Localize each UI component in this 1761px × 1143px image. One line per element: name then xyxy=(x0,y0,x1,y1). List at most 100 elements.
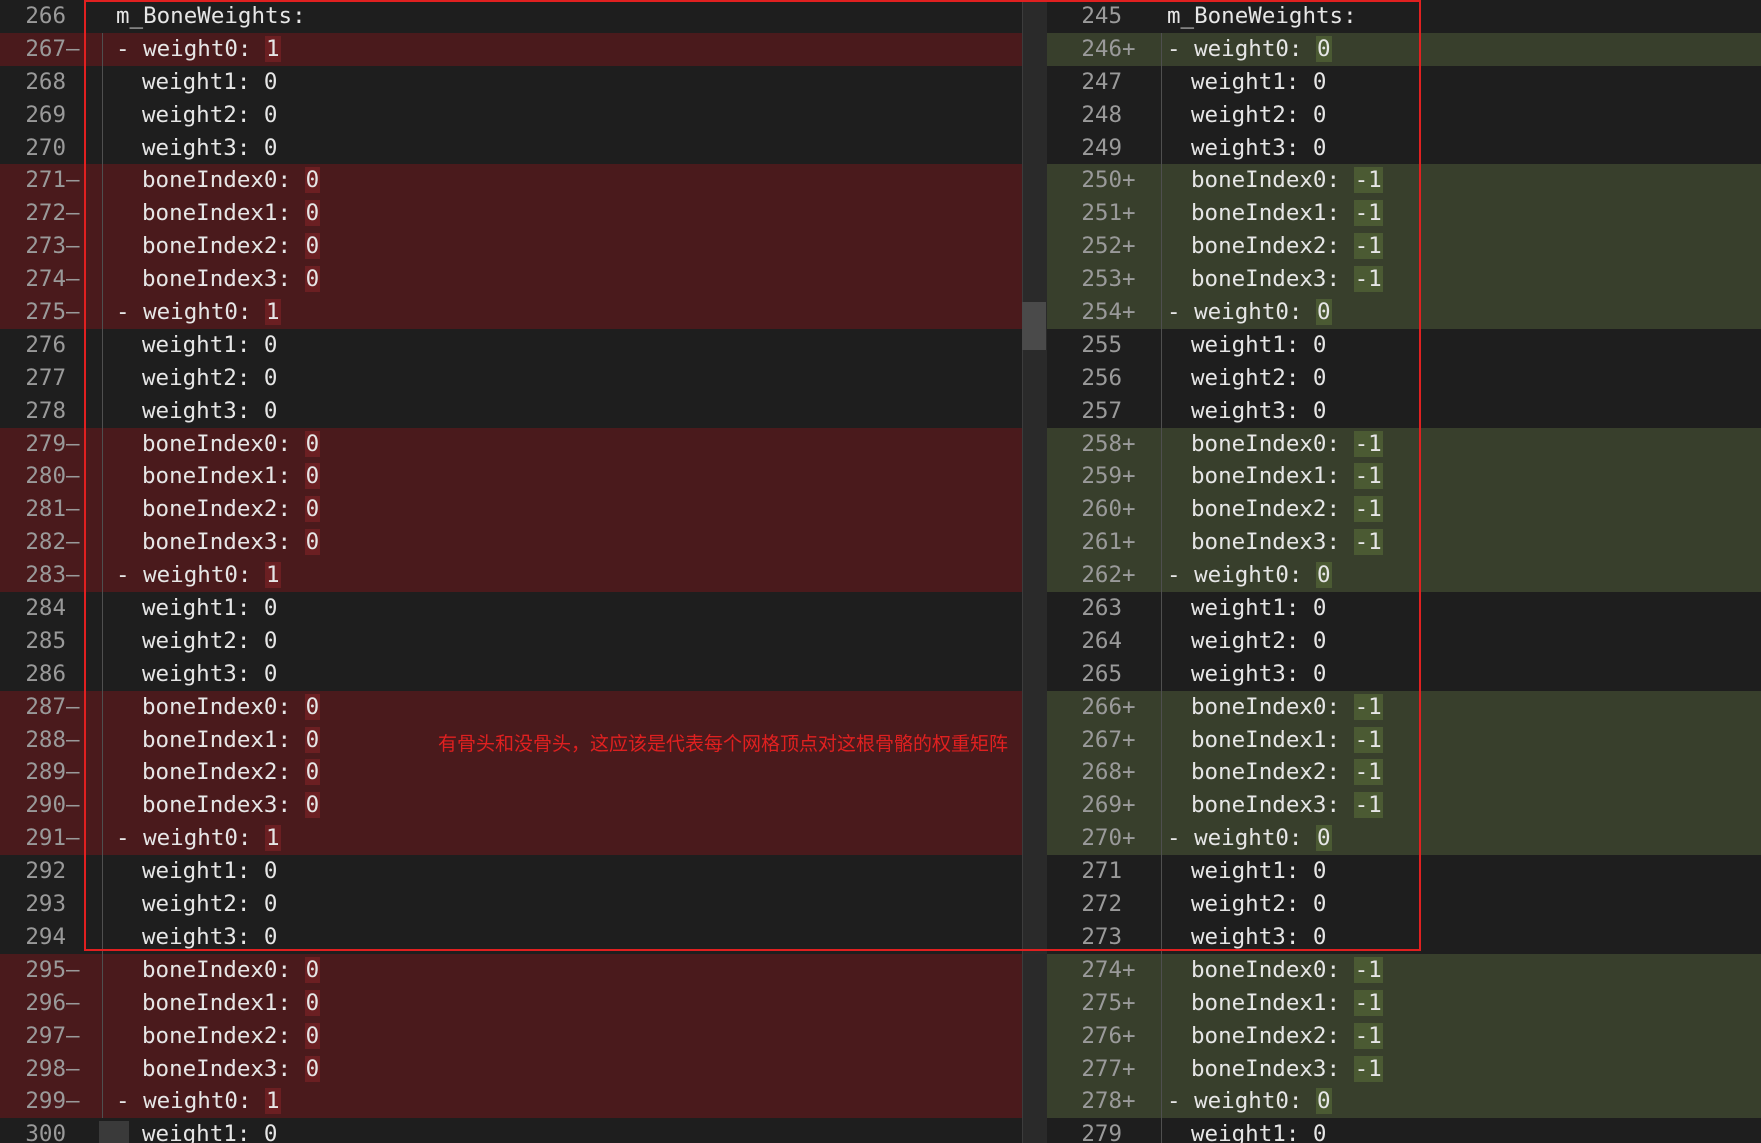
diff-line[interactable]: 273 weight3: 0 xyxy=(1046,920,1761,954)
field-value: 0 xyxy=(1312,134,1327,161)
diff-line[interactable]: 274— boneIndex3: 0 xyxy=(0,263,1046,297)
diff-line[interactable]: 266 + boneIndex0: -1 xyxy=(1046,690,1761,724)
line-number: 268 xyxy=(1081,759,1122,786)
diff-line[interactable]: 293 weight2: 0 xyxy=(0,888,1046,921)
diff-line[interactable]: 278 + - weight0: 0 xyxy=(1046,1085,1761,1119)
diff-line[interactable]: 257 weight3: 0 xyxy=(1046,394,1761,428)
indent-guide xyxy=(102,624,103,658)
diff-line[interactable]: 262 + - weight0: 0 xyxy=(1046,559,1761,593)
indent-guide xyxy=(102,427,103,461)
field-value: 0 xyxy=(263,364,278,391)
line-number: 258 xyxy=(1081,430,1122,457)
diff-line[interactable]: 272 weight2: 0 xyxy=(1046,888,1761,921)
field-value: 0 xyxy=(304,496,321,523)
diff-line[interactable]: 290— boneIndex3: 0 xyxy=(0,789,1046,823)
scrollbar-thumb[interactable] xyxy=(1022,302,1046,350)
line-number: 273 xyxy=(25,233,66,260)
diff-line[interactable]: 273— boneIndex2: 0 xyxy=(0,230,1046,264)
diff-line[interactable]: 270 + - weight0: 0 xyxy=(1046,822,1761,856)
indent-guide xyxy=(102,690,103,724)
field-value: 0 xyxy=(1312,923,1327,950)
diff-line[interactable]: 260 + boneIndex2: -1 xyxy=(1046,493,1761,527)
diff-line[interactable]: 297— boneIndex2: 0 xyxy=(0,1019,1046,1053)
diff-line[interactable]: 268 weight1: 0 xyxy=(0,65,1046,99)
diff-line[interactable]: 264 weight2: 0 xyxy=(1046,624,1761,658)
diff-line[interactable]: 277 + boneIndex3: -1 xyxy=(1046,1052,1761,1086)
left-diff-pane[interactable]: 266 m_BoneWeights: 267— - weight0: 1 268 weig… xyxy=(0,0,1046,1143)
line-number: 262 xyxy=(1081,562,1122,589)
code-text: weight3: 0 xyxy=(1191,660,1327,687)
diff-line[interactable]: 261 + boneIndex3: -1 xyxy=(1046,526,1761,560)
diff-line[interactable]: 279 weight1: 0 xyxy=(1046,1118,1761,1143)
diff-line[interactable]: 251 + boneIndex1: -1 xyxy=(1046,197,1761,231)
diff-line[interactable]: 269 weight2: 0 xyxy=(0,98,1046,132)
indent-guide xyxy=(102,361,103,395)
diff-line[interactable]: 249 weight3: 0 xyxy=(1046,131,1761,165)
right-diff-pane[interactable]: 245 m_BoneWeights: 246 + - weight0: 0 247 weig… xyxy=(1046,0,1761,1143)
diff-line[interactable]: 286 weight3: 0 xyxy=(0,657,1046,691)
code-text: - weight0: 0 xyxy=(1167,562,1332,589)
line-number: 267 xyxy=(1081,726,1122,753)
diff-line[interactable]: 272— boneIndex1: 0 xyxy=(0,197,1046,231)
field-value: -1 xyxy=(1353,989,1383,1016)
diff-line[interactable]: 271— boneIndex0: 0 xyxy=(0,164,1046,198)
line-number: 272 xyxy=(1081,891,1122,918)
diff-line[interactable]: 267 + boneIndex1: -1 xyxy=(1046,723,1761,757)
diff-line[interactable]: 274 + boneIndex0: -1 xyxy=(1046,953,1761,987)
line-number: 295 xyxy=(25,956,66,983)
diff-line[interactable]: 298— boneIndex3: 0 xyxy=(0,1052,1046,1086)
line-number: 292 xyxy=(25,858,66,885)
diff-line[interactable]: 275— - weight0: 1 xyxy=(0,296,1046,329)
diff-line[interactable]: 280— boneIndex1: 0 xyxy=(0,460,1046,494)
diff-line[interactable]: 270 weight3: 0 xyxy=(0,131,1046,165)
diff-line[interactable]: 294 weight3: 0 xyxy=(0,920,1046,954)
diff-line[interactable]: 259 + boneIndex1: -1 xyxy=(1046,460,1761,494)
diff-line[interactable]: 275 + boneIndex1: -1 xyxy=(1046,986,1761,1020)
code-text: boneIndex1: 0 xyxy=(142,989,321,1016)
line-number: 298 xyxy=(25,1055,66,1082)
diff-line[interactable]: 253 + boneIndex3: -1 xyxy=(1046,263,1761,297)
diff-line[interactable]: 277 weight2: 0 xyxy=(0,361,1046,395)
diff-line[interactable]: 263 weight1: 0 xyxy=(1046,592,1761,625)
diff-line[interactable]: 248 weight2: 0 xyxy=(1046,98,1761,132)
diff-line[interactable]: 291— - weight0: 1 xyxy=(0,822,1046,856)
diff-line[interactable]: 267— - weight0: 1 xyxy=(0,32,1046,66)
diff-line[interactable]: 281— boneIndex2: 0 xyxy=(0,493,1046,527)
field-value: 0 xyxy=(304,693,321,720)
diff-line[interactable]: 300 weight1: 0 xyxy=(0,1118,1046,1143)
diff-line[interactable]: 299— - weight0: 1 xyxy=(0,1085,1046,1119)
diff-line[interactable]: 282— boneIndex3: 0 xyxy=(0,526,1046,560)
code-text: weight1: 0 xyxy=(1191,1118,1326,1143)
diff-line[interactable]: 252 + boneIndex2: -1 xyxy=(1046,230,1761,264)
diff-line[interactable]: 276 weight1: 0 xyxy=(0,328,1046,362)
diff-line[interactable]: 245 m_BoneWeights: xyxy=(1046,0,1761,33)
diff-line[interactable]: 268 + boneIndex2: -1 xyxy=(1046,756,1761,790)
diff-line[interactable]: 254 + - weight0: 0 xyxy=(1046,296,1761,329)
diff-line[interactable]: 258 + boneIndex0: -1 xyxy=(1046,427,1761,461)
diff-line[interactable]: 279— boneIndex0: 0 xyxy=(0,427,1046,461)
diff-view: 266 m_BoneWeights: 267— - weight0: 1 268 weig… xyxy=(0,0,1761,1143)
diff-line[interactable]: 278 weight3: 0 xyxy=(0,394,1046,428)
diff-line[interactable]: 256 weight2: 0 xyxy=(1046,361,1761,395)
line-number: 274 xyxy=(1081,956,1122,983)
diff-line[interactable]: 284 weight1: 0 xyxy=(0,592,1046,625)
line-number: 291 xyxy=(25,825,66,852)
diff-line[interactable]: 246 + - weight0: 0 xyxy=(1046,32,1761,66)
pane-splitter[interactable] xyxy=(1022,0,1047,1143)
diff-line[interactable]: 287— boneIndex0: 0 xyxy=(0,690,1046,724)
diff-line[interactable]: 255 weight1: 0 xyxy=(1046,328,1761,362)
field-value: 0 xyxy=(1312,397,1327,424)
diff-line[interactable]: 269 + boneIndex3: -1 xyxy=(1046,789,1761,823)
diff-line[interactable]: 296— boneIndex1: 0 xyxy=(0,986,1046,1020)
diff-line[interactable]: 247 weight1: 0 xyxy=(1046,65,1761,99)
diff-line[interactable]: 289— boneIndex2: 0 xyxy=(0,756,1046,790)
diff-line[interactable]: 271 weight1: 0 xyxy=(1046,855,1761,889)
diff-line[interactable]: 292 weight1: 0 xyxy=(0,855,1046,889)
diff-line[interactable]: 266 m_BoneWeights: xyxy=(0,0,1046,33)
diff-line[interactable]: 276 + boneIndex2: -1 xyxy=(1046,1019,1761,1053)
diff-line[interactable]: 285 weight2: 0 xyxy=(0,624,1046,658)
diff-line[interactable]: 295— boneIndex0: 0 xyxy=(0,953,1046,987)
diff-line[interactable]: 283— - weight0: 1 xyxy=(0,559,1046,593)
diff-line[interactable]: 265 weight3: 0 xyxy=(1046,657,1761,691)
diff-line[interactable]: 250 + boneIndex0: -1 xyxy=(1046,164,1761,198)
